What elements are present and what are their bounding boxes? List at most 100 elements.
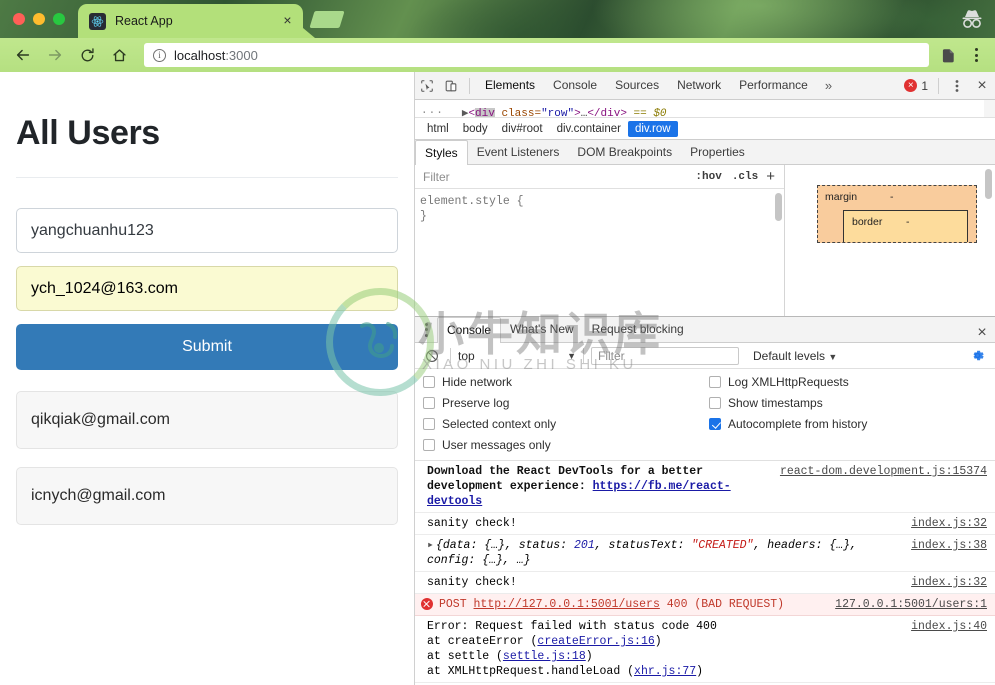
home-icon[interactable] — [108, 44, 130, 66]
checkbox[interactable] — [423, 418, 435, 430]
evernote-icon[interactable] — [939, 45, 959, 65]
setting-preserve-log[interactable]: Preserve log — [423, 396, 709, 410]
checkbox[interactable] — [423, 397, 435, 409]
tab-styles[interactable]: Styles — [415, 140, 468, 165]
reload-icon[interactable] — [76, 44, 98, 66]
stack-link[interactable]: settle.js:18 — [503, 650, 586, 663]
styles-tabbar: Styles Event Listeners DOM Breakpoints P… — [415, 140, 995, 165]
gear-icon[interactable] — [969, 347, 987, 365]
tab-properties[interactable]: Properties — [681, 140, 754, 164]
inspect-cursor-icon[interactable] — [415, 74, 439, 98]
log-source-link[interactable]: index.js:32 — [911, 516, 987, 531]
new-tab-button[interactable] — [309, 11, 345, 28]
log-entry[interactable]: Download the React DevTools for a better… — [415, 461, 995, 513]
list-item[interactable]: icnych@gmail.com — [16, 467, 398, 525]
styles-filter-input[interactable]: Filter — [423, 170, 690, 184]
styles-scrollbar[interactable] — [775, 193, 782, 221]
log-status: 400 (BAD REQUEST) — [659, 598, 785, 611]
box-model-border[interactable]: border - — [843, 210, 968, 242]
site-info-icon[interactable]: i — [153, 48, 166, 62]
tab-performance[interactable]: Performance — [730, 72, 817, 99]
element-style-block[interactable]: element.style { } — [415, 189, 784, 224]
setting-hide-network[interactable]: Hide network — [423, 375, 709, 389]
submit-button[interactable]: Submit — [16, 324, 398, 370]
window-controls[interactable] — [13, 13, 65, 25]
stack-link[interactable]: createError.js:16 — [537, 635, 654, 648]
error-count-badge[interactable]: × 1 — [904, 79, 928, 93]
setting-autocomplete-from-history[interactable]: Autocomplete from history — [709, 417, 995, 431]
clear-console-icon[interactable] — [421, 345, 443, 367]
drawer-tab-request-blocking[interactable]: Request blocking — [583, 317, 693, 342]
devtools-menu-icon[interactable] — [945, 74, 969, 98]
cls-toggle-button[interactable]: .cls — [727, 171, 763, 183]
tab-close-icon[interactable]: × — [280, 13, 295, 29]
react-logo-icon — [89, 12, 106, 30]
devtools-close-icon[interactable]: × — [969, 77, 995, 95]
setting-label: Log XMLHttpRequests — [728, 375, 849, 389]
breadcrumb-item-root[interactable]: div#root — [495, 121, 550, 137]
browser-tab[interactable]: React App × — [78, 4, 303, 38]
devtools-panel: Elements Console Sources Network Perform… — [415, 72, 995, 685]
console-levels-select[interactable]: Default levels ▼ — [753, 349, 837, 363]
setting-user-messages-only[interactable]: User messages only — [423, 438, 709, 452]
checkbox[interactable] — [423, 376, 435, 388]
log-entry[interactable]: index.js:38 ▸ {data: {…}, status: 201, st… — [415, 535, 995, 572]
checkbox[interactable] — [423, 439, 435, 451]
checkbox[interactable] — [709, 376, 721, 388]
log-entry[interactable]: sanity check! index.js:32 — [415, 513, 995, 535]
log-source-link[interactable]: index.js:32 — [911, 575, 987, 590]
tab-elements[interactable]: Elements — [476, 72, 544, 99]
log-entry[interactable]: index.js:40 Error: Request failed with s… — [415, 616, 995, 683]
toolbar-divider — [938, 77, 939, 94]
log-message: sanity check! — [427, 576, 517, 589]
breadcrumb-item-html[interactable]: html — [420, 121, 456, 137]
drawer-tab-whats-new[interactable]: What's New — [501, 317, 583, 342]
maximize-window-button[interactable] — [53, 13, 65, 25]
dom-tree-line[interactable]: ... ▶<div class="row">…</div> == $0 — [415, 100, 995, 118]
device-toolbar-icon[interactable] — [439, 74, 463, 98]
hov-toggle-button[interactable]: :hov — [690, 171, 726, 183]
log-error-message: Error: Request failed with status code 4… — [427, 620, 717, 633]
log-source-link[interactable]: react-dom.development.js:15374 — [780, 464, 987, 479]
back-arrow-icon[interactable] — [12, 44, 34, 66]
console-filter-input[interactable]: Filter — [591, 346, 739, 365]
drawer-tab-console[interactable]: Console — [437, 317, 502, 343]
minimize-window-button[interactable] — [33, 13, 45, 25]
expand-arrow-icon[interactable]: ▸ — [427, 539, 434, 552]
breadcrumb-item-body[interactable]: body — [456, 121, 495, 137]
breadcrumb-item-container[interactable]: div.container — [550, 121, 628, 137]
tab-console[interactable]: Console — [544, 72, 606, 99]
browser-menu-icon[interactable] — [967, 48, 985, 62]
setting-log-xmlhttprequests[interactable]: Log XMLHttpRequests — [709, 375, 995, 389]
tab-event-listeners[interactable]: Event Listeners — [468, 140, 569, 164]
drawer-menu-icon[interactable] — [415, 317, 437, 342]
log-entry-error[interactable]: POST http://127.0.0.1:5001/users 400 (BA… — [415, 594, 995, 616]
checkbox[interactable] — [709, 418, 721, 430]
list-item[interactable]: qikqiak@gmail.com — [16, 391, 398, 449]
log-entry[interactable]: sanity check! index.js:32 — [415, 572, 995, 594]
checkbox[interactable] — [709, 397, 721, 409]
box-model-scrollbar[interactable] — [985, 169, 992, 199]
breadcrumb-item-row[interactable]: div.row — [627, 120, 678, 137]
name-input[interactable]: yangchuanhu123 — [16, 208, 398, 253]
address-bar[interactable]: i localhost:3000 — [144, 43, 929, 67]
email-input[interactable]: ych_1024@163.com — [16, 266, 398, 311]
tab-dom-breakpoints[interactable]: DOM Breakpoints — [568, 140, 681, 164]
log-source-link[interactable]: index.js:40 — [911, 619, 987, 634]
more-tabs-icon[interactable]: » — [817, 78, 840, 93]
setting-show-timestamps[interactable]: Show timestamps — [709, 396, 995, 410]
setting-selected-context-only[interactable]: Selected context only — [423, 417, 709, 431]
log-source-link[interactable]: 127.0.0.1:5001/users:1 — [835, 597, 987, 612]
dom-scrollbar[interactable] — [984, 100, 995, 117]
console-context-select[interactable]: top ▼ — [458, 349, 576, 363]
tab-sources[interactable]: Sources — [606, 72, 668, 99]
drawer-close-icon[interactable]: × — [969, 324, 995, 342]
close-window-button[interactable] — [13, 13, 25, 25]
log-request-url[interactable]: http://127.0.0.1:5001/users — [474, 598, 660, 611]
tab-network[interactable]: Network — [668, 72, 730, 99]
stack-link[interactable]: xhr.js:77 — [634, 665, 696, 678]
new-style-rule-button[interactable]: + — [763, 168, 780, 185]
log-source-link[interactable]: index.js:38 — [911, 538, 987, 553]
console-log-list[interactable]: Download the React DevTools for a better… — [415, 461, 995, 685]
box-model-margin[interactable]: margin - border - — [817, 185, 977, 243]
